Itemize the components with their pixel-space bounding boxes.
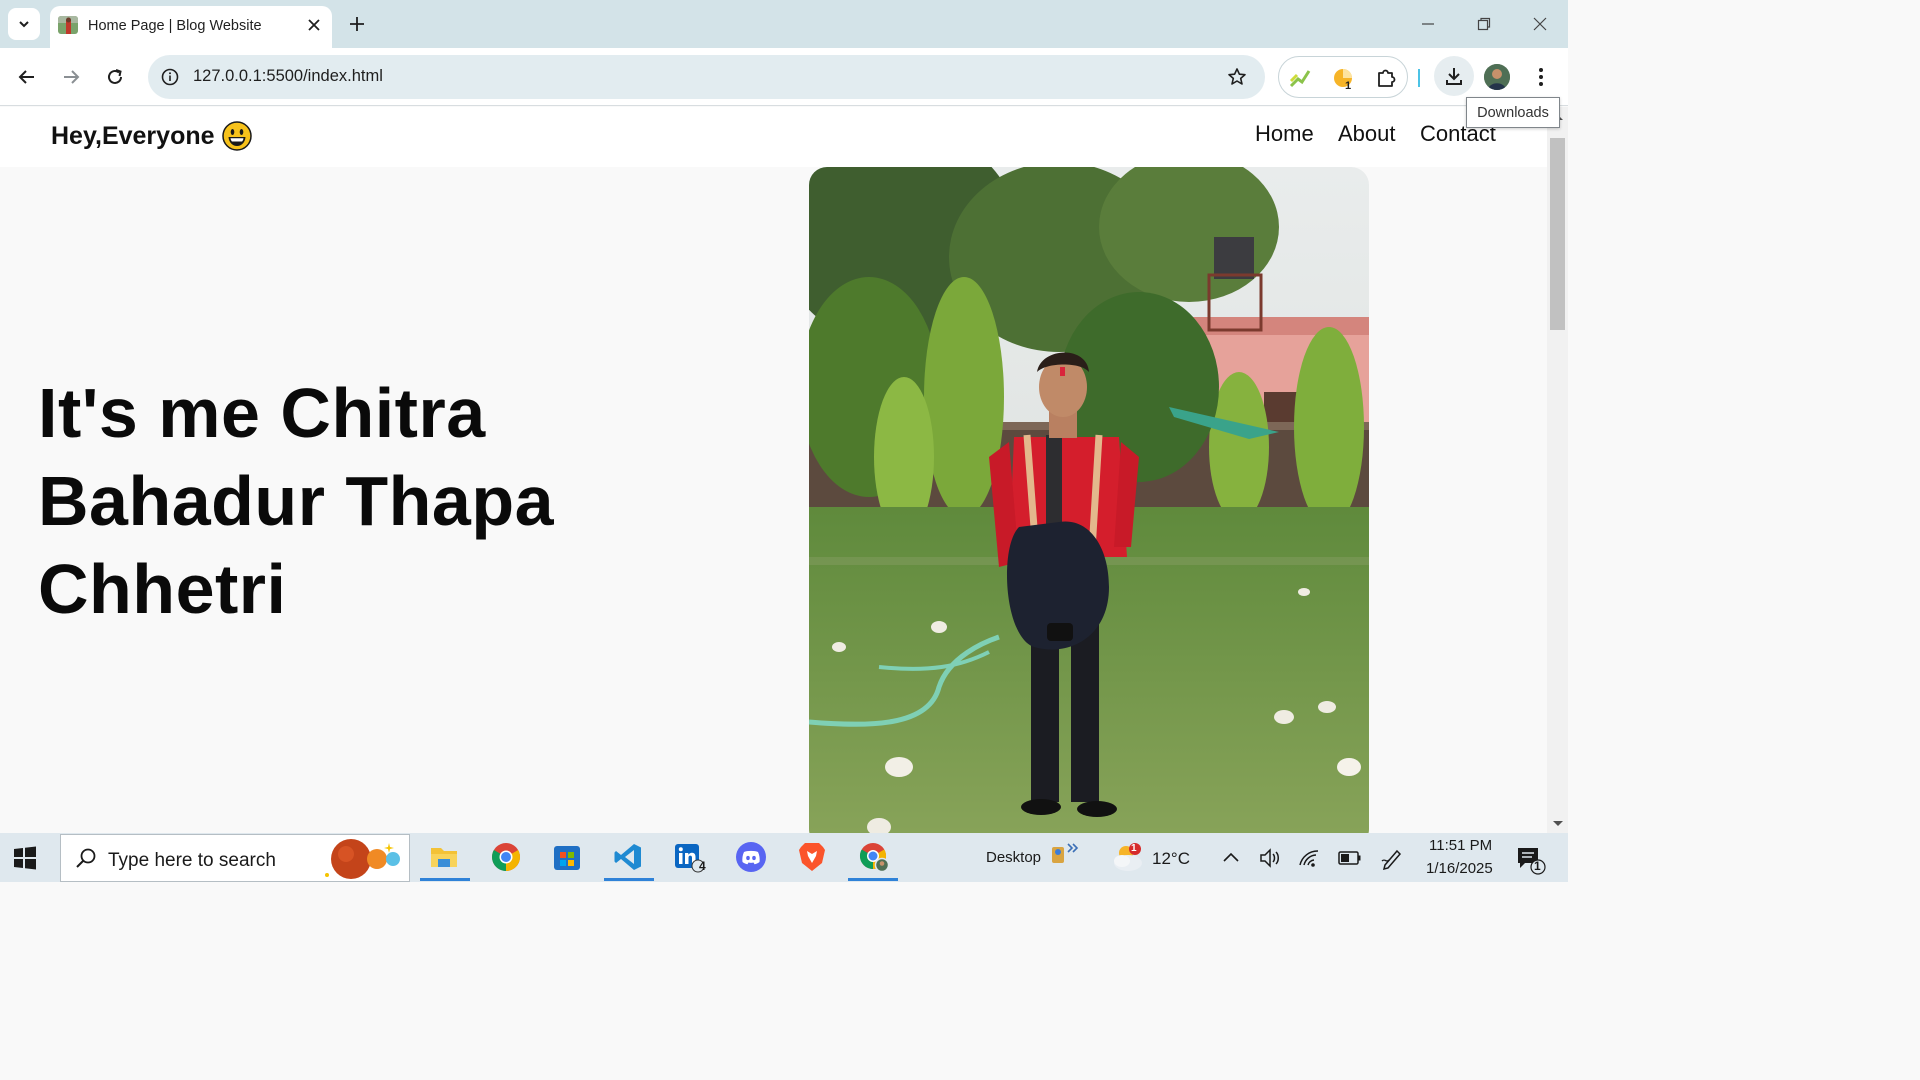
browser-tab-active[interactable]: Home Page | Blog Website [50, 6, 332, 48]
profile-photo [809, 167, 1369, 833]
weather-temperature[interactable]: 12°C [1152, 849, 1190, 869]
notification-count-badge: 1 [1534, 859, 1541, 873]
clock-time[interactable]: 11:51 PM [1429, 837, 1492, 854]
scrollbar-thumb[interactable] [1550, 138, 1565, 330]
hero-heading: It's me Chitra Bahadur Thapa Chhetri [38, 369, 554, 633]
file-explorer-icon[interactable] [426, 839, 462, 875]
notification-center-icon[interactable] [1516, 845, 1548, 875]
extensions-group [1278, 56, 1408, 98]
scroll-down-arrow-icon[interactable] [1551, 819, 1565, 829]
arrow-left-icon [18, 70, 34, 84]
site-brand[interactable]: Hey,Everyone [51, 122, 215, 151]
chrome-icon[interactable] [488, 839, 524, 875]
clock-date[interactable]: 1/16/2025 [1426, 860, 1493, 877]
restore-button[interactable] [1466, 8, 1502, 40]
back-button[interactable] [11, 61, 43, 93]
windows-taskbar: Type here to search 4 Desktop 1 12°C 11:… [0, 833, 1568, 882]
chevron-down-icon [19, 21, 29, 28]
download-icon [1446, 68, 1462, 85]
pen-ink-icon[interactable] [1380, 846, 1406, 870]
new-tab-button[interactable] [342, 9, 372, 39]
weather-cloudy-icon[interactable] [1110, 841, 1146, 873]
forward-button[interactable] [55, 61, 87, 93]
chrome-profile-icon[interactable] [856, 839, 892, 875]
search-icon [76, 848, 96, 868]
discord-icon[interactable] [733, 839, 769, 875]
linkedin-badge: 4 [699, 859, 706, 873]
tab-close-button[interactable] [304, 15, 324, 35]
chrome-menu-button[interactable] [1528, 62, 1554, 92]
battery-icon[interactable] [1338, 849, 1362, 867]
smiley-emoji-icon [222, 121, 252, 151]
hero-line: Chhetri [38, 550, 287, 628]
plus-icon [350, 17, 364, 31]
windows-start-icon[interactable] [12, 845, 38, 871]
pomodoro-extension-icon[interactable] [1331, 65, 1357, 91]
nav-about-link[interactable]: About [1338, 121, 1396, 147]
puzzle-extensions-icon[interactable] [1373, 65, 1399, 91]
restore-icon [1477, 17, 1491, 31]
arrow-right-icon [64, 70, 80, 84]
extension-badge: 1 [1345, 80, 1352, 92]
downloads-tooltip: Downloads [1466, 97, 1560, 128]
search-highlight-planets-icon [325, 839, 400, 879]
close-window-button[interactable] [1522, 8, 1558, 40]
close-icon [308, 19, 320, 31]
microsoft-store-icon[interactable] [549, 839, 585, 875]
site-header: Hey,Everyone Home About Contact [0, 107, 1547, 167]
chart-extension-icon[interactable] [1287, 65, 1313, 91]
address-bar[interactable]: 127.0.0.1:5500/index.html [148, 55, 1265, 99]
taskbar-active-indicator [420, 878, 470, 881]
browser-tab-strip: Home Page | Blog Website [0, 0, 1568, 48]
reload-icon [108, 69, 122, 84]
address-url: 127.0.0.1:5500/index.html [193, 67, 383, 85]
search-placeholder: Type here to search [108, 850, 276, 871]
tab-title: Home Page | Blog Website [88, 18, 262, 34]
tab-search-button[interactable] [8, 8, 40, 40]
browser-toolbar: 127.0.0.1:5500/index.html [0, 48, 1568, 106]
bookmark-star-icon[interactable] [1225, 65, 1249, 89]
toolbar-separator [1418, 69, 1420, 87]
downloads-button[interactable] [1434, 56, 1474, 96]
chevron-up-icon[interactable] [1222, 850, 1240, 864]
minimize-icon [1422, 23, 1434, 25]
profile-avatar[interactable] [1484, 64, 1510, 90]
taskbar-active-indicator [604, 878, 654, 881]
page-viewport: Hey,Everyone Home About Contact It's me … [0, 107, 1547, 833]
brave-browser-icon[interactable] [794, 839, 830, 875]
kebab-menu-icon [1539, 68, 1543, 86]
reload-button[interactable] [99, 61, 131, 93]
desktop-toolbar-icon[interactable] [1050, 841, 1082, 871]
nav-home-link[interactable]: Home [1255, 121, 1314, 147]
taskbar-search-box[interactable]: Type here to search [60, 834, 410, 882]
desktop-toolbar-label[interactable]: Desktop [986, 849, 1041, 866]
weather-alert-badge: 1 [1131, 843, 1137, 854]
wifi-icon[interactable] [1298, 847, 1322, 869]
taskbar-active-indicator [848, 878, 898, 881]
minimize-button[interactable] [1410, 8, 1446, 40]
hero-line: Bahadur Thapa [38, 462, 555, 540]
tab-favicon-icon [58, 16, 78, 34]
site-info-icon[interactable] [158, 65, 182, 89]
close-icon [1533, 17, 1547, 31]
vscode-icon[interactable] [610, 839, 646, 875]
hero-line: It's me Chitra [38, 374, 486, 452]
volume-icon[interactable] [1258, 847, 1282, 869]
